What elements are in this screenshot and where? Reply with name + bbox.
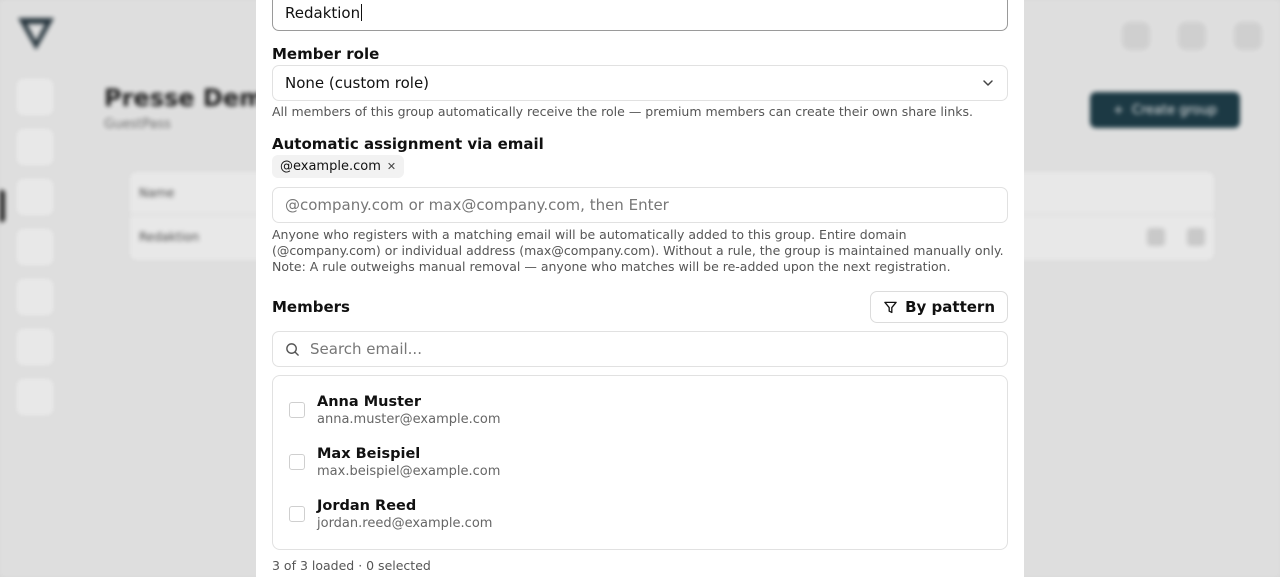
member-name: Anna Muster (317, 393, 421, 410)
member-role-selected: None (custom role) (285, 74, 430, 92)
member-role-select[interactable]: None (custom role) (272, 65, 1008, 101)
member-checkbox[interactable] (289, 454, 305, 470)
chevron-down-icon (983, 80, 993, 86)
member-role-help: All members of this group automatically … (272, 104, 973, 119)
member-checkbox[interactable] (289, 402, 305, 418)
list-item[interactable]: Max Beispiel max.beispiel@example.com (273, 436, 1007, 488)
text-caret (361, 4, 363, 21)
member-name: Max Beispiel (317, 445, 421, 462)
group-name-input[interactable]: Redaktion (272, 0, 1008, 31)
filter-icon (884, 301, 897, 313)
email-rule-chip: @example.com ✕ (272, 155, 405, 178)
member-search-input[interactable] (310, 340, 995, 358)
list-item[interactable]: Anna Muster anna.muster@example.com (273, 384, 1007, 436)
member-email: anna.muster@example.com (317, 411, 501, 427)
member-search-box[interactable] (272, 331, 1008, 367)
members-header: Members By pattern (272, 291, 1008, 323)
remove-chip-icon[interactable]: ✕ (387, 160, 396, 173)
members-status-text: 3 of 3 loaded · 0 selected (272, 558, 431, 573)
auto-assign-label: Automatic assignment via email (272, 135, 544, 153)
member-list: Anna Muster anna.muster@example.com Max … (272, 375, 1008, 550)
by-pattern-button[interactable]: By pattern (870, 291, 1008, 323)
member-email: jordan.reed@example.com (317, 515, 493, 531)
edit-group-modal: Redaktion Member role None (custom role)… (256, 0, 1024, 577)
member-checkbox[interactable] (289, 506, 305, 522)
members-label: Members (272, 298, 350, 316)
member-role-label: Member role (272, 45, 380, 63)
member-email: max.beispiel@example.com (317, 463, 501, 479)
auto-assign-help: Anyone who registers with a matching ema… (272, 227, 1004, 274)
member-name: Jordan Reed (317, 497, 417, 514)
list-item[interactable]: Jordan Reed jordan.reed@example.com (273, 488, 1007, 540)
email-rule-input[interactable] (272, 187, 1008, 223)
search-icon (286, 342, 299, 356)
